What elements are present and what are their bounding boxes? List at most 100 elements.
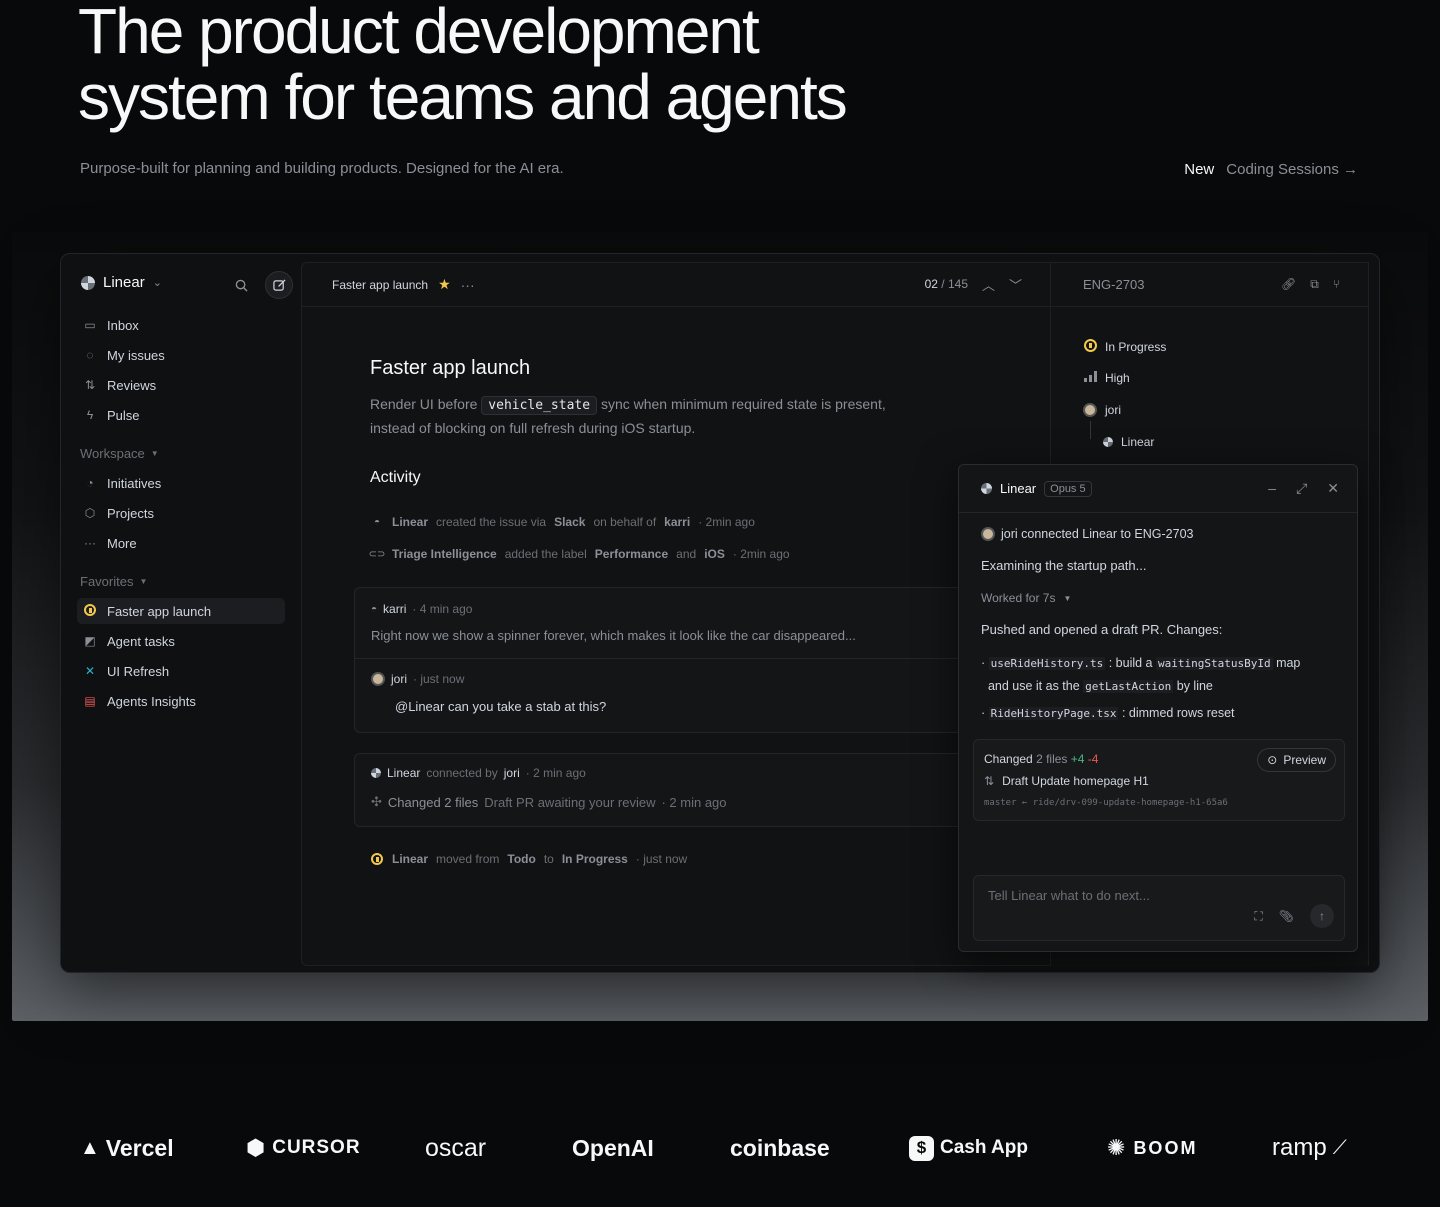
inline-code: waitingStatusById bbox=[1155, 657, 1273, 670]
prompt-input[interactable]: Tell Linear what to do next... bbox=[988, 888, 1150, 903]
issue-id[interactable]: ENG-2703 bbox=[1083, 277, 1144, 292]
sidebar-item-label: UI Refresh bbox=[107, 663, 170, 679]
search-icon[interactable] bbox=[227, 271, 255, 299]
attach-icon[interactable]: 📎︎ bbox=[1279, 909, 1294, 923]
sidebar-item-label: Projects bbox=[107, 505, 154, 521]
priority-value: High bbox=[1105, 371, 1130, 385]
activity-label[interactable]: iOS bbox=[704, 547, 725, 561]
sidebar-item-faster-app-launch[interactable]: Faster app launch bbox=[77, 598, 285, 624]
status-property[interactable]: In Progress bbox=[1083, 339, 1166, 355]
divider bbox=[355, 658, 973, 659]
agent-name[interactable]: Linear bbox=[387, 766, 420, 780]
initiatives-icon: ◔ bbox=[86, 476, 94, 490]
sidebar-item-agent-tasks[interactable]: ◩ Agent tasks bbox=[77, 628, 285, 654]
agent-session-header: Linear connected by jori · 2 min ago bbox=[371, 766, 586, 780]
link-icon[interactable]: 🔗︎ bbox=[1281, 277, 1296, 292]
ramp-logo: ramp ⟋ bbox=[1272, 1130, 1347, 1166]
status-from: Todo bbox=[507, 852, 536, 866]
workspace-section-label[interactable]: Workspace ▼ bbox=[80, 446, 159, 461]
activity-text: created the issue via bbox=[436, 515, 547, 529]
linear-logo-icon bbox=[81, 275, 95, 290]
sidebar-item-projects[interactable]: ⬡ Projects bbox=[77, 500, 285, 526]
coding-sessions-link[interactable]: New Coding Sessions → bbox=[1184, 161, 1358, 178]
sidebar-item-pulse[interactable]: ϟ Pulse bbox=[77, 402, 285, 428]
activity-user[interactable]: karri bbox=[664, 515, 690, 529]
more-options-icon[interactable]: ··· bbox=[461, 277, 475, 293]
linear-logo-icon bbox=[981, 483, 992, 494]
activity-text: moved from bbox=[436, 852, 500, 866]
expand-icon[interactable]: ⤢ bbox=[1296, 480, 1307, 497]
copy-icon[interactable]: ⧉ bbox=[1310, 277, 1319, 292]
activity-label[interactable]: Performance bbox=[595, 547, 668, 561]
activity-actor[interactable]: Linear bbox=[392, 852, 428, 866]
agent-panel-header: Linear Opus 5 – ⤢ ✕ bbox=[959, 465, 1357, 513]
pr-title[interactable]: Draft Update homepage H1 bbox=[1002, 774, 1149, 788]
hero-title-line1: The product development bbox=[78, 0, 760, 67]
file-name: RideHistoryPage.tsx bbox=[988, 707, 1119, 720]
desc-text: Render UI before bbox=[370, 396, 478, 412]
worked-duration-toggle[interactable]: Worked for 7s ▼ bbox=[981, 591, 1071, 605]
ramp-mark-icon: ⟋ bbox=[1332, 1136, 1347, 1159]
activity-user[interactable]: jori bbox=[504, 766, 520, 780]
sidebar-item-ui-refresh[interactable]: ✕ UI Refresh bbox=[77, 658, 285, 684]
sidebar-item-label: Inbox bbox=[107, 317, 139, 333]
chevron-up-icon[interactable]: ︿ bbox=[982, 275, 995, 294]
label-tag-icon: ⊂⊃ bbox=[368, 548, 386, 560]
compose-icon[interactable] bbox=[265, 271, 293, 299]
delegate-value: Linear bbox=[1121, 435, 1155, 449]
logo-text: coinbase bbox=[730, 1134, 830, 1161]
sidebar-item-reviews[interactable]: ⇅ Reviews bbox=[77, 372, 285, 398]
issue-header: Faster app launch ★ ··· 02 / 145 ︿ ﹀ bbox=[302, 263, 1050, 307]
activity-actor[interactable]: Triage Intelligence bbox=[392, 547, 497, 561]
favorites-section-label[interactable]: Favorites ▼ bbox=[80, 574, 147, 589]
close-icon[interactable]: ✕ bbox=[1327, 480, 1339, 497]
sidebar-item-more[interactable]: ··· More bbox=[77, 530, 285, 556]
sidebar-item-my-issues[interactable]: ◌ My issues bbox=[77, 342, 285, 368]
file-name: useRideHistory.ts bbox=[988, 657, 1106, 670]
delegate-property[interactable]: Linear bbox=[1103, 435, 1154, 449]
details-header: ENG-2703 🔗︎ ⧉ ⑂ bbox=[1051, 263, 1368, 307]
agent-status-text: Examining the startup path... bbox=[981, 558, 1147, 573]
sidebar-item-label: My issues bbox=[107, 347, 165, 363]
sidebar-item-agents-insights[interactable]: ▤ Agents Insights bbox=[77, 688, 285, 714]
sidebar-item-initiatives[interactable]: ◔ Initiatives bbox=[77, 470, 285, 496]
comment-header: jori · just now bbox=[371, 672, 464, 686]
pr-card[interactable]: Changed 2 files +4 -4 ⊙ Preview ⇅ Draft … bbox=[973, 739, 1345, 821]
logo-text: OpenAI bbox=[572, 1134, 654, 1161]
activity-actor[interactable]: Linear bbox=[392, 515, 428, 529]
coinbase-logo: coinbase bbox=[730, 1130, 830, 1166]
my-issues-icon: ◌ bbox=[86, 348, 94, 362]
sidebar-item-inbox[interactable]: ▭ Inbox bbox=[77, 312, 285, 338]
activity-source: Slack bbox=[554, 515, 586, 529]
logo-text: Cash App bbox=[940, 1137, 1028, 1158]
customer-logos: ▲ Vercel ⬢ CURSOR oscar OpenAI coinbase … bbox=[80, 1130, 1360, 1166]
send-button[interactable]: ↑ bbox=[1310, 904, 1334, 928]
preview-button[interactable]: ⊙ Preview bbox=[1257, 748, 1336, 772]
hero-title: The product development system for teams… bbox=[78, 0, 848, 130]
changed-label: Changed bbox=[984, 752, 1033, 766]
branch-icon[interactable]: ⑂ bbox=[1333, 277, 1340, 292]
minimize-icon[interactable]: – bbox=[1268, 480, 1276, 497]
agent-prompt-composer[interactable]: Tell Linear what to do next... ⛶ 📎︎ ↑ bbox=[973, 875, 1345, 941]
expand-selection-icon[interactable]: ⛶ bbox=[1254, 909, 1262, 924]
comment-author[interactable]: jori bbox=[391, 672, 407, 686]
in-progress-icon bbox=[83, 603, 97, 619]
issue-description[interactable]: Render UI before vehicle_state sync when… bbox=[370, 393, 930, 440]
issue-title[interactable]: Faster app launch bbox=[370, 357, 530, 380]
pager-separator: / bbox=[941, 277, 945, 291]
workspace-switcher[interactable]: Linear ⌄ bbox=[81, 274, 162, 291]
agent-session-card[interactable]: Linear connected by jori · 2 min ago ✣ C… bbox=[354, 753, 974, 827]
chevron-down-icon[interactable]: ﹀ bbox=[1009, 275, 1022, 294]
activity-text: connected by bbox=[426, 766, 498, 780]
assignee-property[interactable]: jori bbox=[1083, 403, 1121, 417]
priority-property[interactable]: High bbox=[1083, 371, 1130, 385]
comment-body: Right now we show a spinner forever, whi… bbox=[371, 628, 856, 643]
sidebar-item-label: Agent tasks bbox=[107, 633, 175, 649]
issue-pager: 02 / 145 bbox=[925, 277, 968, 291]
changed-summary: Changed 2 files +4 -4 bbox=[984, 752, 1098, 766]
breadcrumb[interactable]: Faster app launch bbox=[332, 278, 428, 292]
hero-subtitle: Purpose-built for planning and building … bbox=[80, 160, 564, 177]
star-icon[interactable]: ★ bbox=[438, 276, 451, 293]
pr-title-row: ⇅ Draft Update homepage H1 bbox=[984, 774, 1149, 788]
comment-author[interactable]: karri bbox=[383, 602, 406, 616]
